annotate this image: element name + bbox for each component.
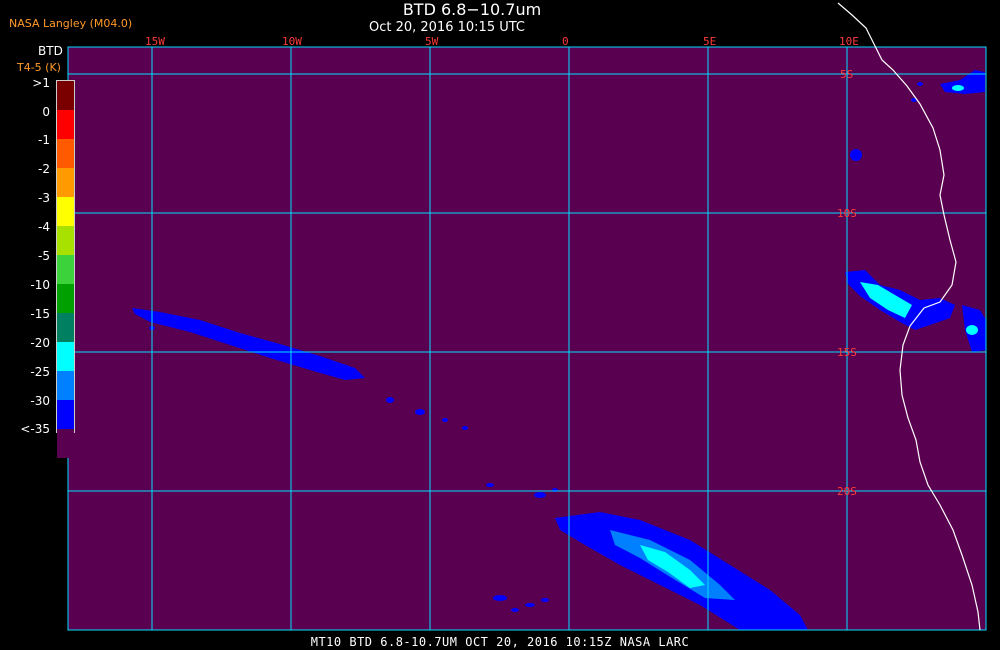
legend-tick: -30 <box>30 394 50 408</box>
lon-label: 5W <box>425 35 439 48</box>
lon-label: 0 <box>562 35 569 48</box>
legend-swatch <box>57 371 74 400</box>
legend-swatch <box>57 429 74 458</box>
lon-label: 10E <box>839 35 859 48</box>
lon-label: 10W <box>282 35 302 48</box>
lon-label: 15W <box>145 35 165 48</box>
legend-swatch <box>57 168 74 197</box>
cloud-fragment <box>534 492 546 498</box>
lat-label: 20S <box>837 485 857 498</box>
legend-swatch <box>57 110 74 139</box>
legend-title: BTD <box>38 44 63 58</box>
legend-swatch <box>57 342 74 371</box>
datetime-label: Oct 20, 2016 10:15 UTC <box>369 20 525 35</box>
lat-label: 5S <box>840 68 854 81</box>
legend-tick: -3 <box>38 191 50 205</box>
legend-tick: >1 <box>32 76 50 90</box>
cloud-fragment <box>442 418 448 422</box>
cloud-fragment <box>462 426 468 430</box>
legend-swatch <box>57 284 74 313</box>
legend-swatch <box>57 255 74 284</box>
legend-tick: <-35 <box>20 422 50 436</box>
satellite-map[interactable] <box>0 0 1000 650</box>
cloud-fragment <box>541 598 549 602</box>
org-label: NASA Langley (M04.0) <box>9 17 133 30</box>
cloud-fragment <box>850 149 862 161</box>
legend-colorbar <box>56 80 75 458</box>
lat-label: 15S <box>837 346 857 359</box>
legend-tick: 0 <box>42 105 50 119</box>
legend-tick: -5 <box>38 249 50 263</box>
legend-swatch <box>57 226 74 255</box>
lat-label: 10S <box>837 207 857 220</box>
legend-tick: -15 <box>30 307 50 321</box>
legend-units: T4-5 (K) <box>17 61 61 74</box>
cloud-fragment <box>917 82 923 86</box>
legend-tick: -2 <box>38 162 50 176</box>
cloud-fragment <box>525 603 535 607</box>
legend-swatch <box>57 81 74 110</box>
footer-caption: MT10 BTD 6.8-10.7UM OCT 20, 2016 10:15Z … <box>310 635 690 649</box>
cloud-fragment <box>415 409 425 415</box>
legend-tick: -25 <box>30 365 50 379</box>
cloud-fragment <box>952 85 964 91</box>
legend-tick: -20 <box>30 336 50 350</box>
map-background <box>68 47 986 630</box>
legend-tick: -4 <box>38 220 50 234</box>
cloud-fragment <box>966 325 978 335</box>
chart-title: BTD 6.8−10.7um <box>402 0 542 19</box>
cloud-fragment <box>486 483 494 487</box>
legend-tick: -1 <box>38 133 50 147</box>
legend-swatch <box>57 400 74 429</box>
cloud-fragment <box>511 608 519 612</box>
cloud-fragment <box>386 397 394 403</box>
lon-label: 5E <box>703 35 717 48</box>
legend-swatch <box>57 139 74 168</box>
legend-swatch <box>57 197 74 226</box>
legend-tick: -10 <box>30 278 50 292</box>
legend-swatch <box>57 313 74 342</box>
cloud-fragment <box>493 595 507 601</box>
